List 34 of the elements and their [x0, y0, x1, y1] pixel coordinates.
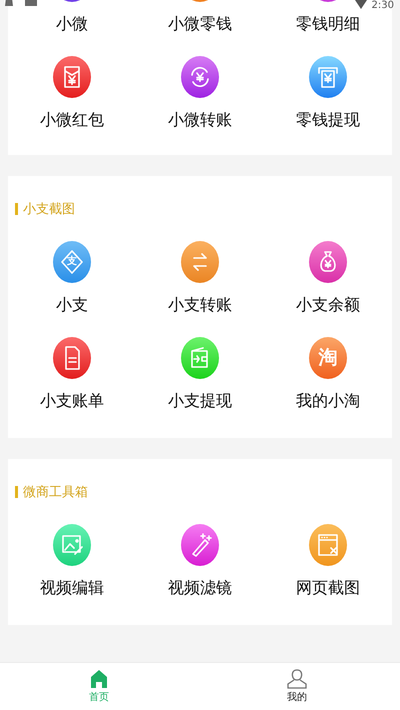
wallet-icon[interactable] [181, 337, 219, 380]
tool-label[interactable]: 零钱明细 [296, 14, 360, 34]
wifi-icon [353, 0, 369, 9]
image-edit-icon[interactable] [53, 524, 91, 566]
icon-glyph: 淘 [318, 348, 338, 368]
tool-label[interactable]: 小支转账 [168, 295, 232, 316]
tool-label[interactable]: 小支提现 [168, 391, 232, 412]
tool-label[interactable]: 网页截图 [296, 578, 360, 598]
tool-label[interactable]: 小微 [56, 14, 88, 34]
cash-withdraw-icon[interactable] [309, 56, 347, 98]
envelope-icon[interactable] [53, 56, 91, 98]
tool-label[interactable]: 我的小淘 [296, 391, 360, 412]
tool-label[interactable]: 视频编辑 [40, 578, 104, 598]
tool-label[interactable]: 小微零钱 [168, 14, 232, 34]
magic-wand-icon[interactable] [181, 524, 219, 566]
document-icon[interactable] [53, 337, 91, 380]
tool-label[interactable]: 小支账单 [40, 391, 104, 412]
section-title: 微商工具箱 [23, 484, 88, 502]
home-icon [90, 669, 108, 689]
tool-label[interactable]: 小支余额 [296, 295, 360, 316]
clock: 2:30 [372, 0, 394, 11]
tool-label[interactable]: 小微红包 [40, 110, 104, 130]
icon-glyph: 支 [67, 257, 77, 268]
transfer-arrows-icon[interactable] [181, 241, 219, 284]
money-bag-icon[interactable] [309, 241, 347, 284]
tool-label[interactable]: 视频滤镜 [168, 578, 232, 598]
section-title: 小支截图 [23, 201, 75, 218]
tool-label[interactable]: 零钱提现 [296, 110, 360, 130]
tool-label[interactable]: 小微转账 [168, 110, 232, 130]
nav-tab[interactable]: 我的 [198, 663, 400, 710]
taobao-icon[interactable] [309, 337, 347, 380]
browser-window-icon[interactable] [309, 524, 347, 566]
yen-exchange-icon[interactable] [181, 56, 219, 98]
tool-label[interactable]: 小支 [56, 295, 88, 316]
